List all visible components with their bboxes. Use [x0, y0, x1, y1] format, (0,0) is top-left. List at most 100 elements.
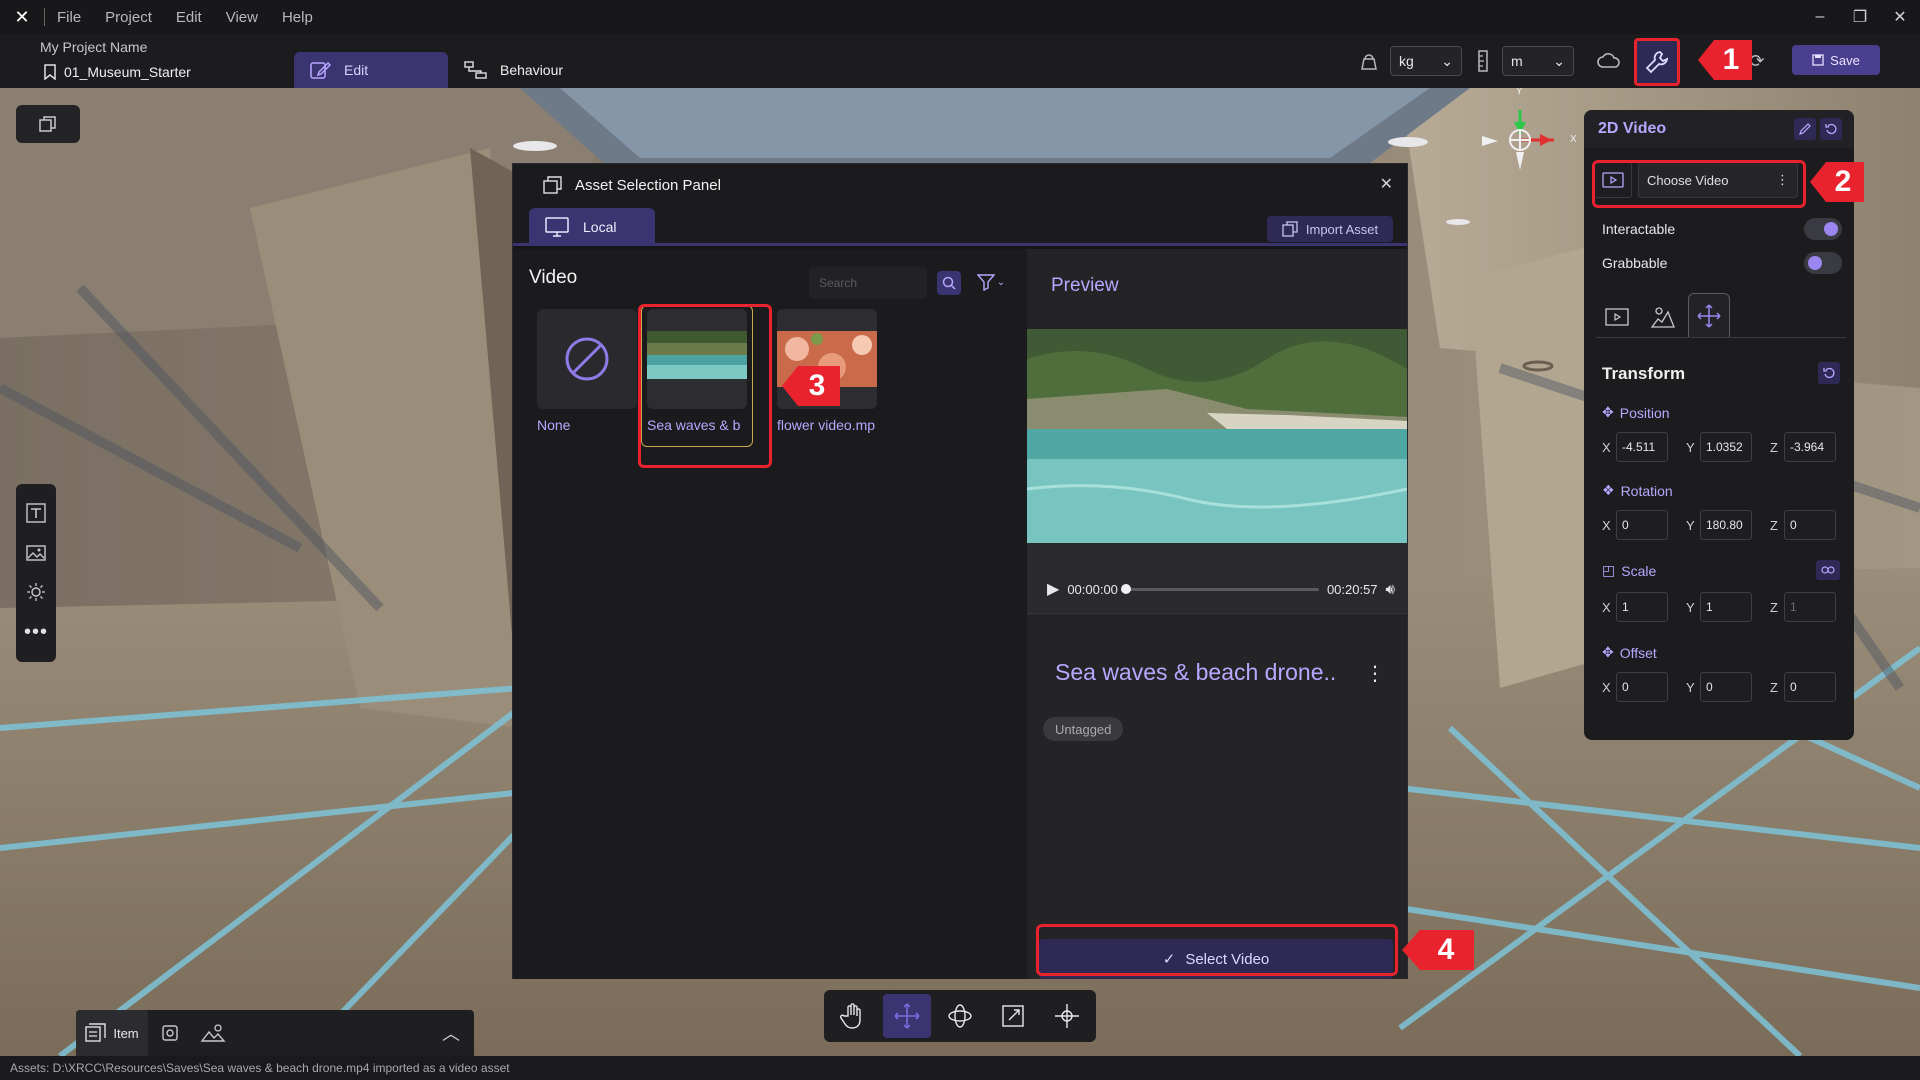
hand-tool-button[interactable]	[829, 994, 877, 1038]
gizmo-x-label: X	[1570, 134, 1577, 145]
rotation-label: Rotation	[1620, 482, 1673, 499]
grabbable-toggle[interactable]	[1804, 252, 1842, 274]
mass-unit-select[interactable]: kg ⌄	[1390, 46, 1462, 76]
asset-library-icon[interactable]	[160, 1023, 180, 1043]
offset-y-input[interactable]: 0	[1700, 672, 1752, 702]
grabbable-row: Grabbable	[1602, 250, 1842, 276]
video-icon	[1605, 308, 1629, 326]
highlight-box-choose-video	[1592, 160, 1806, 208]
scale-x-input[interactable]: 1	[1616, 592, 1668, 622]
scale-label: Scale	[1621, 562, 1657, 579]
rotation-y-input[interactable]: 180.80	[1700, 510, 1752, 540]
preview-pane: Preview ▶ 00:00:00 00:20:57 🔊︎ Sea waves…	[1027, 249, 1407, 979]
scene-name: 01_Museum_Starter	[64, 64, 191, 80]
menu-help[interactable]: Help	[282, 9, 313, 26]
interactable-label: Interactable	[1602, 221, 1676, 237]
preview-heading: Preview	[1051, 275, 1119, 296]
chevron-up-icon[interactable]: ︿	[442, 1020, 460, 1046]
close-icon[interactable]: ✕	[1380, 174, 1393, 194]
cloud-icon[interactable]	[1596, 48, 1622, 74]
menu-bar: ✕ File Project Edit View Help – ❐ ✕	[0, 0, 1920, 34]
move-icon: ✥	[1602, 644, 1614, 660]
volume-icon[interactable]: 🔊︎	[1386, 581, 1395, 598]
offset-z-input[interactable]: 0	[1784, 672, 1836, 702]
tab-behaviour[interactable]: Behaviour	[464, 52, 563, 88]
progress-knob[interactable]	[1120, 583, 1131, 594]
tab-local[interactable]: Local	[529, 208, 655, 246]
more-options-icon[interactable]: ⋮	[1365, 661, 1385, 686]
environment-icon[interactable]	[200, 1023, 226, 1043]
filter-button[interactable]: ⌄	[973, 269, 1009, 295]
progress-slider[interactable]	[1120, 583, 1319, 594]
rotation-x-input[interactable]: 0	[1616, 510, 1668, 540]
save-button[interactable]: Save	[1792, 45, 1880, 75]
orientation-gizmo[interactable]: Y X	[1478, 88, 1577, 188]
video-preview[interactable]	[1027, 329, 1407, 543]
move-icon	[1697, 303, 1721, 328]
status-bar: Assets: D:\XRCC\Resources\Saves\Sea wave…	[0, 1056, 1920, 1080]
tab-transform[interactable]	[1688, 293, 1730, 337]
move-tool-button[interactable]	[882, 994, 931, 1038]
properties-header-actions	[1794, 118, 1842, 140]
link-icon[interactable]	[1816, 560, 1840, 580]
offset-x-input[interactable]: 0	[1616, 672, 1668, 702]
interactable-toggle[interactable]	[1804, 218, 1842, 240]
video-frame	[1027, 329, 1407, 543]
light-tool-icon[interactable]	[25, 581, 47, 603]
length-unit-value: m	[1511, 53, 1523, 69]
image-tool-icon[interactable]	[25, 542, 47, 564]
tab-edit[interactable]: Edit	[294, 52, 448, 88]
tab-appearance[interactable]	[1642, 297, 1684, 337]
pivot-tool-button[interactable]	[1043, 994, 1091, 1038]
import-asset-label: Import Asset	[1305, 221, 1379, 237]
tab-item[interactable]: Item	[76, 1010, 148, 1056]
highlight-box-select-video	[1036, 924, 1398, 976]
scale-y-input[interactable]: 1	[1700, 592, 1752, 622]
play-icon[interactable]: ▶	[1047, 579, 1059, 599]
menu-edit[interactable]: Edit	[176, 9, 202, 26]
settings-button[interactable]	[1634, 38, 1680, 86]
restore-icon[interactable]: ❐	[1840, 0, 1880, 34]
asset-panel-icon	[543, 176, 562, 194]
more-icon[interactable]: •••	[24, 621, 48, 644]
video-section-title: Video	[529, 267, 578, 288]
rotation-section: ❖ Rotation	[1602, 482, 1673, 499]
window-controls: – ❐ ✕	[1800, 0, 1920, 34]
reset-icon[interactable]	[1820, 118, 1842, 140]
scale-z-input[interactable]: 1	[1784, 592, 1836, 622]
text-tool-icon[interactable]	[25, 502, 47, 524]
axis-x: X	[1602, 517, 1611, 533]
scene-selector[interactable]: 01_Museum_Starter	[44, 64, 191, 80]
rotation-fields: X0 Y 180.80 Z0	[1602, 510, 1846, 540]
rotate-tool-button[interactable]	[936, 994, 984, 1038]
tag-chip[interactable]: Untagged	[1043, 717, 1124, 741]
scale-section: ◰ Scale	[1602, 562, 1656, 579]
clone-button[interactable]	[16, 105, 80, 143]
length-unit-select[interactable]: m ⌄	[1502, 46, 1574, 76]
axis-x: X	[1602, 439, 1611, 455]
search-button[interactable]	[937, 271, 961, 295]
menu-project[interactable]: Project	[105, 9, 152, 26]
position-z-input[interactable]: -3.964	[1784, 432, 1836, 462]
menu-file[interactable]: File	[57, 9, 81, 26]
axis-y: Y	[1686, 599, 1695, 615]
position-y-input[interactable]: 1.0352	[1700, 432, 1752, 462]
rotation-z-input[interactable]: 0	[1784, 510, 1836, 540]
minimize-icon[interactable]: –	[1800, 0, 1840, 34]
import-icon	[1282, 221, 1298, 237]
scale-tool-button[interactable]	[989, 994, 1037, 1038]
tab-video-settings[interactable]	[1596, 297, 1638, 337]
search-input[interactable]: Search	[809, 267, 927, 299]
behaviour-icon	[464, 61, 487, 79]
video-item-label: flower video.mp	[777, 417, 876, 433]
close-window-icon[interactable]: ✕	[1880, 0, 1920, 34]
position-x-input[interactable]: -4.511	[1616, 432, 1668, 462]
bookmark-icon	[44, 64, 56, 80]
pencil-icon[interactable]	[1794, 118, 1816, 140]
reset-icon[interactable]	[1818, 362, 1840, 384]
move-icon	[894, 1003, 920, 1029]
menu-view[interactable]: View	[226, 9, 258, 26]
hand-icon	[840, 1003, 862, 1029]
video-item-none[interactable]: None	[537, 309, 637, 435]
import-asset-button[interactable]: Import Asset	[1267, 216, 1393, 242]
